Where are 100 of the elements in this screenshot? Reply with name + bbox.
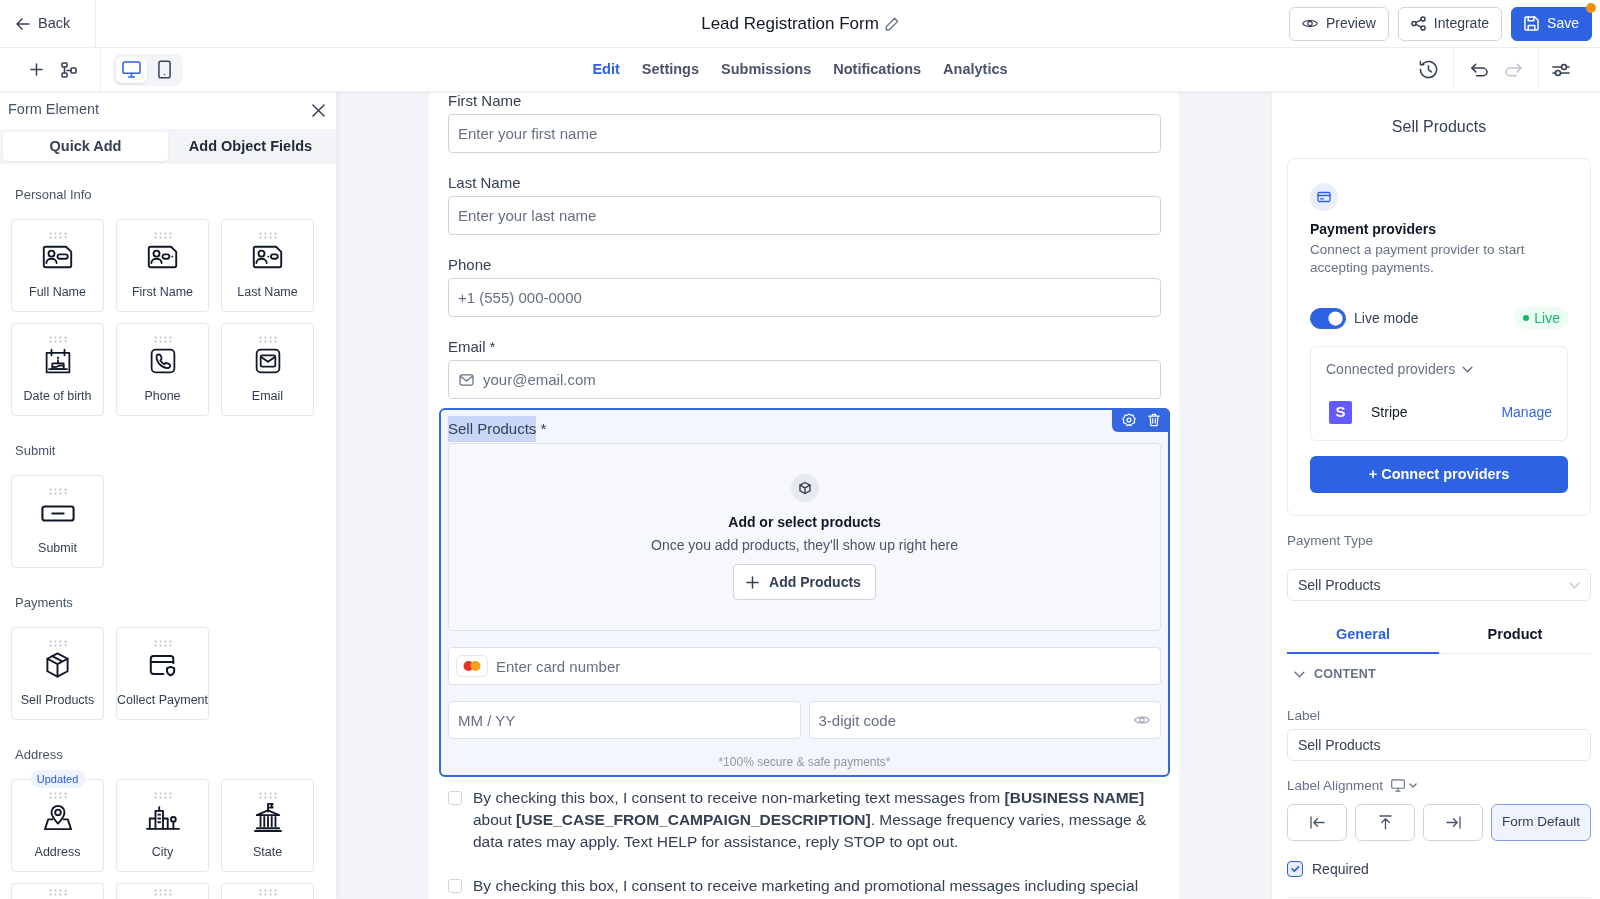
element-tile[interactable] [221,883,314,899]
manage-link[interactable]: Manage [1501,402,1552,423]
panel-tab[interactable]: Quick Add [3,132,168,161]
pencil-icon[interactable] [884,16,899,31]
card-shield-icon [149,653,176,677]
element-tile[interactable]: Sell Products [11,627,104,720]
preview-button[interactable]: Preview [1289,6,1389,41]
consent-checkbox[interactable] [448,791,462,805]
expiry-field[interactable]: MM / YY [448,701,801,739]
drag-handle-icon [258,336,277,343]
structure-icon[interactable] [61,61,77,78]
alignment-button[interactable] [1423,803,1483,841]
eye-icon [1302,18,1318,29]
arrow-left-icon [16,17,30,30]
alignment-button[interactable]: Form Default [1491,803,1591,841]
property-tab[interactable]: Product [1439,617,1591,654]
device-dropdown-button[interactable] [1391,779,1418,792]
text-field[interactable]: +1 (555) 000-0000 [448,278,1161,317]
field-label: Phone [448,256,492,274]
button-outline-icon [40,504,75,522]
property-tab[interactable]: General [1287,617,1439,654]
label-input[interactable]: Sell Products [1287,728,1591,761]
status-dot-icon [1523,315,1530,321]
panel-title: Sell Products [1391,118,1487,136]
alignment-button[interactable] [1287,803,1347,841]
chevron-down-icon [1409,783,1418,788]
nav-tab[interactable]: Settings [641,58,699,81]
save-icon [1524,16,1540,31]
gear-icon[interactable] [1122,413,1136,427]
required-checkbox[interactable] [1287,861,1303,877]
eye-icon[interactable] [1134,714,1150,726]
consent-text: By checking this box, I consent to receive non-marketing text messages from [BUSINESS NAME] about [USE_CASE_FROM_CAMPAIGN_DESCRIPTION]. Message frequency varies, message & data rates may apply. Text HELP for assistance, reply STOP to opt out. [473,788,1148,852]
sliders-icon[interactable] [1552,62,1570,77]
element-tile[interactable]: Last Name [221,219,314,312]
field-label: First Name [448,92,522,110]
field-label: Payment Type [1287,532,1374,550]
government-building-icon [253,802,282,832]
text-field[interactable]: Enter your last name [448,196,1161,235]
consent-checkbox[interactable] [448,879,462,893]
envelope-icon [254,348,281,374]
drag-handle-icon [48,792,67,799]
element-tile[interactable]: Email [221,323,314,416]
integrate-button[interactable]: Integrate [1397,6,1503,41]
undo-icon[interactable] [1470,62,1488,77]
drag-handle-icon [48,232,67,239]
element-tile[interactable]: Phone [116,323,209,416]
share-icon [1410,16,1426,31]
drag-handle-icon [153,336,172,343]
nav-tab[interactable]: Analytics [943,58,1008,81]
drag-handle-icon [258,889,277,896]
connected-providers-toggle[interactable]: Connected providers [1326,360,1474,378]
required-mark: * [489,338,496,356]
panel-tab[interactable]: Add Object Fields [168,132,333,161]
element-tile[interactable] [116,883,209,899]
element-tile[interactable]: State [221,779,314,872]
alignment-button[interactable] [1355,803,1415,841]
card-number-field[interactable]: Enter card number [448,647,1161,685]
drag-handle-icon [153,640,172,647]
element-tile[interactable]: Collect Payment [116,627,209,720]
back-button[interactable]: Back [14,10,73,37]
drag-handle-icon [48,640,67,647]
nav-tab[interactable]: Submissions [721,58,812,81]
cvc-field[interactable]: 3-digit code [808,701,1161,739]
live-mode-toggle[interactable] [1310,307,1346,329]
chevron-down-icon [1569,581,1580,589]
drag-handle-icon [153,232,172,239]
trash-icon[interactable] [1148,413,1160,427]
text-field[interactable]: Enter your first name [448,114,1161,153]
drag-handle-icon [153,889,172,896]
id-card-icon [252,245,283,269]
drag-handle-icon [48,488,67,495]
element-tile[interactable]: First Name [116,219,209,312]
section-title: Address [15,746,63,764]
element-tile[interactable]: City [116,779,209,872]
plus-icon [746,575,760,589]
nav-tab[interactable]: Notifications [833,58,922,81]
nav-tab[interactable]: Edit [592,58,620,81]
element-tile[interactable] [11,883,104,899]
add-products-button[interactable]: Add Products [733,564,876,600]
payment-type-select[interactable]: Sell Products [1287,569,1591,601]
credit-card-icon [1310,183,1338,211]
provider-logo: S [1329,401,1352,424]
history-icon[interactable] [1418,60,1438,79]
section-title: Personal Info [15,186,92,204]
desktop-view-button[interactable] [116,56,147,83]
element-tile[interactable]: Date of birth [11,323,104,416]
monitor-icon [1391,779,1406,792]
envelope-icon [459,373,474,386]
email-field[interactable]: your@email.com [448,360,1161,399]
id-card-icon [42,245,73,269]
connect-providers-button[interactable]: + Connect providers [1310,456,1568,493]
form-title: Lead Registration Form [701,12,879,35]
element-tile[interactable]: Submit [11,475,104,568]
field-label: Sell Products [448,416,537,442]
element-tile[interactable]: Full Name [11,219,104,312]
city-buildings-icon [145,804,180,830]
status-label: Live [1534,308,1560,328]
plus-icon[interactable] [30,63,43,76]
section-toggle[interactable]: CONTENT [1287,665,1376,683]
close-icon[interactable] [312,103,325,117]
